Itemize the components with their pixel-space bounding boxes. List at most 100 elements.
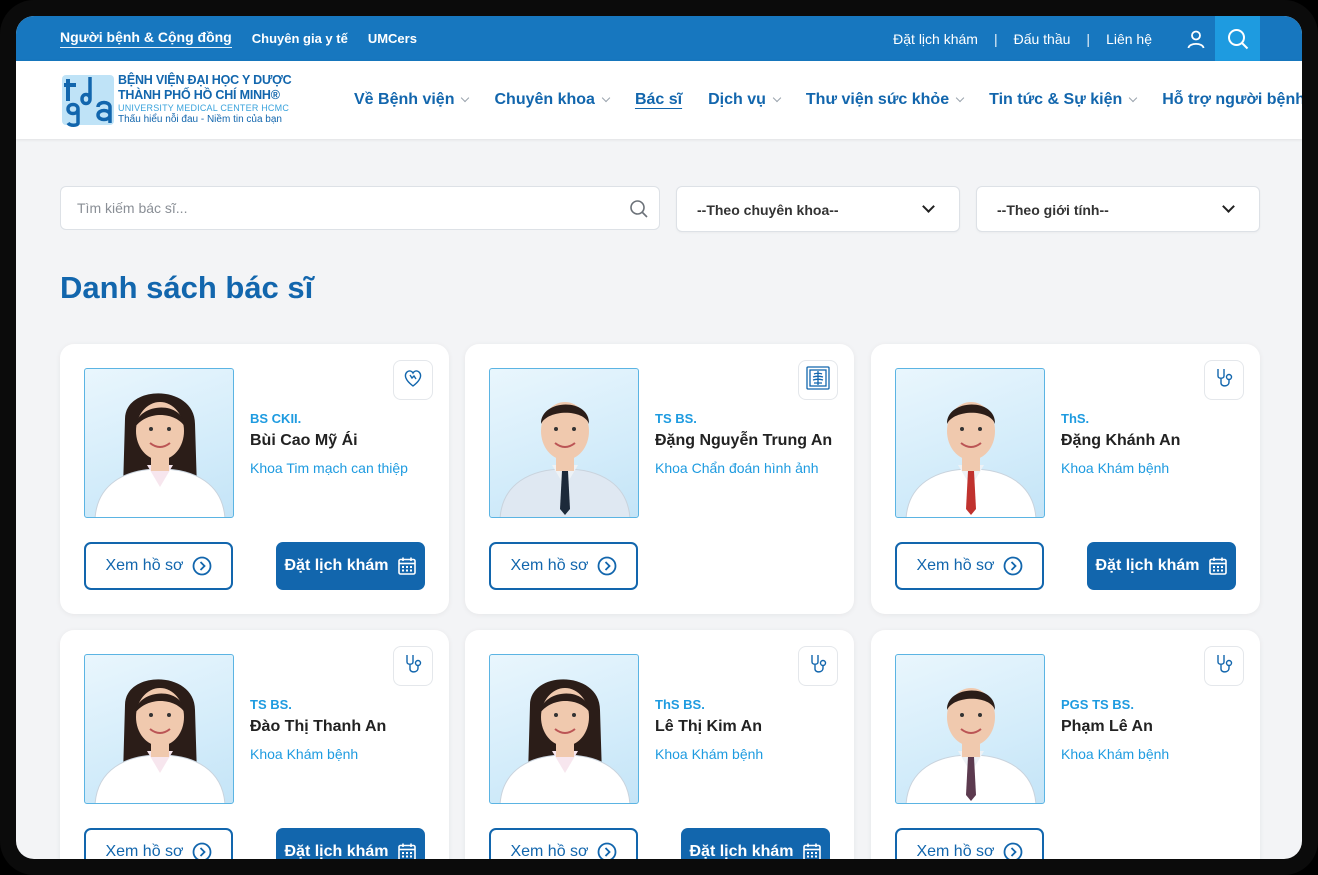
separator: |: [1086, 30, 1091, 47]
view-profile-label: Xem hồ sơ: [510, 843, 589, 859]
doctor-degree: ThS.: [1061, 411, 1090, 426]
book-appointment-label: Đặt lịch khám: [689, 843, 794, 859]
main-header: BỆNH VIỆN ĐẠI HỌC Y DƯỢC THÀNH PHỐ HỒ CH…: [16, 61, 1302, 139]
doctor-degree: PGS TS BS.: [1061, 697, 1134, 712]
doctor-name[interactable]: Bùi Cao Mỹ Ái: [250, 432, 358, 450]
arrow-right-circle-icon: [597, 556, 616, 576]
doctor-card: PGS TS BS. Phạm Lê An Khoa Khám bệnh Xem hồ…: [871, 630, 1260, 859]
doctor-photo[interactable]: [489, 654, 639, 804]
doctor-department[interactable]: Khoa Khám bệnh: [250, 746, 358, 762]
view-profile-button[interactable]: Xem hồ sơ: [84, 828, 233, 859]
chevron-down-icon: [601, 93, 611, 103]
nav-item-label: Hỗ trợ người bệnh: [1162, 91, 1302, 108]
nav-item-5[interactable]: Tin tức & Sự kiện: [989, 91, 1138, 109]
doctor-department[interactable]: Khoa Chẩn đoán hình ảnh: [655, 460, 818, 476]
doctor-card: ThS. Đặng Khánh An Khoa Khám bệnh Xem hồ sơ…: [871, 344, 1260, 614]
stethoscope-icon: [806, 652, 830, 681]
doctor-name[interactable]: Đào Thị Thanh An: [250, 718, 386, 736]
doctor-search: [60, 186, 660, 230]
specialty-badge: [1204, 360, 1244, 400]
book-appointment-button[interactable]: Đặt lịch khám: [681, 828, 830, 859]
doctor-card: TS BS. Đặng Nguyễn Trung An Khoa Chẩn đoán…: [465, 344, 854, 614]
gender-select[interactable]: --Theo giới tính--: [976, 186, 1260, 232]
logo-title-line1: BỆNH VIỆN ĐẠI HỌC Y DƯỢC: [118, 73, 292, 87]
nav-item-0[interactable]: Về Bệnh viện: [354, 91, 470, 109]
nav-item-4[interactable]: Thư viện sức khỏe: [806, 91, 965, 109]
nav-item-label: Tin tức & Sự kiện: [989, 91, 1123, 108]
specialty-select[interactable]: --Theo chuyên khoa--: [676, 186, 960, 232]
tab-umcers[interactable]: UMCers: [368, 31, 417, 46]
chevron-down-icon: [772, 93, 782, 103]
book-appointment-button[interactable]: Đặt lịch khám: [1087, 542, 1236, 590]
doctor-photo[interactable]: [84, 654, 234, 804]
device-frame: Người bệnh & Cộng đồng Chuyên gia y tế U…: [0, 0, 1318, 875]
calendar-icon: [1208, 557, 1227, 575]
nav-item-6[interactable]: Hỗ trợ người bệnh: [1162, 91, 1302, 109]
doctor-card: ThS BS. Lê Thị Kim An Khoa Khám bệnh Xem hồ…: [465, 630, 854, 859]
user-account-button[interactable]: [1178, 16, 1214, 61]
utility-links: Đặt lịch khám | Đấu thầu | Liên hệ: [893, 16, 1152, 61]
doctor-photo[interactable]: [489, 368, 639, 518]
view-profile-button[interactable]: Xem hồ sơ: [489, 828, 638, 859]
doctor-department[interactable]: Khoa Tim mạch can thiệp: [250, 460, 408, 476]
browser-viewport: Người bệnh & Cộng đồng Chuyên gia y tế U…: [16, 16, 1302, 859]
specialty-badge: [393, 360, 433, 400]
doctor-department[interactable]: Khoa Khám bệnh: [655, 746, 763, 762]
view-profile-button[interactable]: Xem hồ sơ: [489, 542, 638, 590]
doctor-degree: TS BS.: [655, 411, 697, 426]
book-appointment-button[interactable]: Đặt lịch khám: [276, 828, 425, 859]
view-profile-label: Xem hồ sơ: [105, 843, 184, 859]
top-bar: Người bệnh & Cộng đồng Chuyên gia y tế U…: [16, 16, 1302, 61]
audience-tabs: Người bệnh & Cộng đồng Chuyên gia y tế U…: [60, 16, 417, 61]
hospital-logo[interactable]: BỆNH VIỆN ĐẠI HỌC Y DƯỢC THÀNH PHỐ HỒ CH…: [60, 71, 310, 131]
view-profile-label: Xem hồ sơ: [510, 557, 589, 574]
book-appointment-label: Đặt lịch khám: [284, 843, 389, 859]
doctor-photo[interactable]: [895, 368, 1045, 518]
doctor-photo[interactable]: [84, 368, 234, 518]
calendar-icon: [397, 557, 416, 575]
view-profile-label: Xem hồ sơ: [916, 843, 995, 859]
bidding-link[interactable]: Đấu thầu: [1014, 31, 1071, 47]
nav-item-label: Về Bệnh viện: [354, 91, 455, 108]
chevron-down-icon: [922, 200, 935, 213]
doctor-degree: TS BS.: [250, 697, 292, 712]
doctor-search-input[interactable]: [61, 187, 621, 229]
chevron-down-icon: [955, 93, 965, 103]
calendar-icon: [397, 843, 416, 859]
arrow-right-circle-icon: [1003, 556, 1022, 576]
arrow-right-circle-icon: [1003, 842, 1022, 859]
view-profile-label: Xem hồ sơ: [105, 557, 184, 574]
contact-link[interactable]: Liên hệ: [1106, 31, 1152, 47]
tab-patients-community[interactable]: Người bệnh & Cộng đồng: [60, 29, 232, 48]
nav-item-label: Chuyên khoa: [494, 91, 595, 108]
logo-mark-icon: [62, 75, 114, 127]
view-profile-button[interactable]: Xem hồ sơ: [895, 542, 1044, 590]
doctor-department[interactable]: Khoa Khám bệnh: [1061, 460, 1169, 476]
nav-item-1[interactable]: Chuyên khoa: [494, 91, 611, 109]
stethoscope-icon: [401, 652, 425, 681]
tab-medical-experts[interactable]: Chuyên gia y tế: [252, 31, 348, 46]
heart-icon: [401, 366, 425, 395]
stethoscope-icon: [1212, 366, 1236, 395]
nav-item-3[interactable]: Dịch vụ: [708, 91, 782, 109]
doctor-name[interactable]: Đặng Nguyễn Trung An: [655, 432, 832, 450]
global-search-button[interactable]: [1215, 16, 1260, 61]
separator: |: [993, 30, 998, 47]
doctor-name[interactable]: Lê Thị Kim An: [655, 718, 762, 736]
book-appointment-button[interactable]: Đặt lịch khám: [276, 542, 425, 590]
book-appointment-link[interactable]: Đặt lịch khám: [893, 31, 978, 47]
doctor-department[interactable]: Khoa Khám bệnh: [1061, 746, 1169, 762]
nav-item-label: Bác sĩ: [634, 91, 683, 108]
doctor-photo[interactable]: [895, 654, 1045, 804]
nav-item-label: Dịch vụ: [708, 91, 766, 108]
doctor-name[interactable]: Phạm Lê An: [1061, 718, 1153, 736]
view-profile-button[interactable]: Xem hồ sơ: [84, 542, 233, 590]
logo-slogan: Thấu hiểu nỗi đau - Niềm tin của bạn: [118, 114, 282, 125]
nav-item-2[interactable]: Bác sĩ: [635, 91, 682, 109]
search-icon[interactable]: [629, 199, 649, 219]
doctor-name[interactable]: Đặng Khánh An: [1061, 432, 1180, 450]
view-profile-button[interactable]: Xem hồ sơ: [895, 828, 1044, 859]
doctor-card: BS CKII. Bùi Cao Mỹ Ái Khoa Tim mạch can t…: [60, 344, 449, 614]
page-title: Danh sách bác sĩ: [60, 270, 314, 305]
calendar-icon: [802, 843, 821, 859]
